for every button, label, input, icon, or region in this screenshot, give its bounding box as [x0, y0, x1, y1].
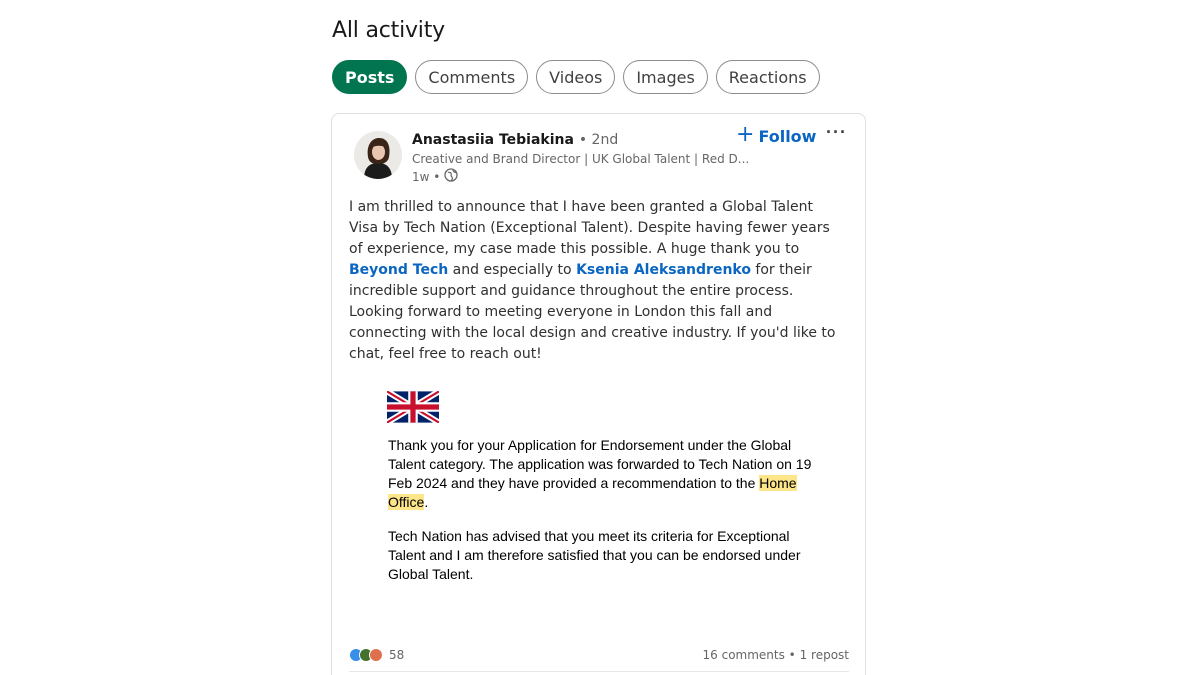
tab-posts[interactable]: Posts — [332, 60, 408, 94]
tab-images[interactable]: Images — [623, 60, 708, 94]
social-counts: 58 16 comments • 1 repost — [349, 645, 849, 665]
tab-reactions[interactable]: Reactions — [715, 60, 820, 94]
letter-text-1b: . — [424, 494, 429, 510]
letter-paragraph-1: Thank you for your Application for Endor… — [388, 436, 828, 512]
tab-comments[interactable]: Comments — [415, 60, 529, 94]
post-meta: 1w • — [412, 168, 458, 185]
follow-button[interactable]: + Follow — [736, 122, 817, 147]
uk-flag-icon — [385, 388, 441, 428]
letter-text-1a: Thank you for your Application for Endor… — [388, 437, 812, 491]
post-text-part-1: I am thrilled to announce that I have be… — [349, 199, 830, 257]
more-options-icon[interactable]: ··· — [826, 122, 847, 143]
page-title: All activity — [332, 18, 445, 43]
globe-icon — [444, 168, 458, 185]
reaction-icons — [349, 648, 383, 662]
author-name-text[interactable]: Anastasiia Tebiakina — [412, 132, 574, 148]
avatar[interactable] — [354, 131, 402, 179]
reaction-count: 58 — [389, 648, 405, 662]
love-reaction-icon — [369, 648, 383, 662]
post-time: 1w • — [412, 169, 441, 184]
post-card: Anastasiia Tebiakina • 2nd Creative and … — [331, 113, 866, 675]
author-headline: Creative and Brand Director | UK Global … — [412, 152, 750, 166]
reactions-summary[interactable]: 58 — [349, 648, 404, 662]
tab-videos[interactable]: Videos — [536, 60, 616, 94]
footer-divider — [349, 671, 849, 672]
activity-tabs: Posts Comments Videos Images Reactions — [332, 60, 820, 94]
connection-degree: • 2nd — [578, 132, 619, 148]
post-body: I am thrilled to announce that I have be… — [349, 197, 844, 365]
plus-icon: + — [736, 122, 755, 147]
mention-beyond-tech[interactable]: Beyond Tech — [349, 262, 448, 278]
post-image-letter[interactable]: Thank you for your Application for Endor… — [388, 436, 828, 599]
follow-label: Follow — [758, 126, 817, 146]
author-name[interactable]: Anastasiia Tebiakina • 2nd — [412, 132, 618, 148]
post-text-part-2: and especially to — [448, 262, 577, 278]
letter-paragraph-2: Tech Nation has advised that you meet it… — [388, 528, 801, 582]
comments-reposts-count[interactable]: 16 comments • 1 repost — [703, 648, 849, 662]
mention-ksenia-aleksandrenko[interactable]: Ksenia Aleksandrenko — [576, 262, 751, 278]
